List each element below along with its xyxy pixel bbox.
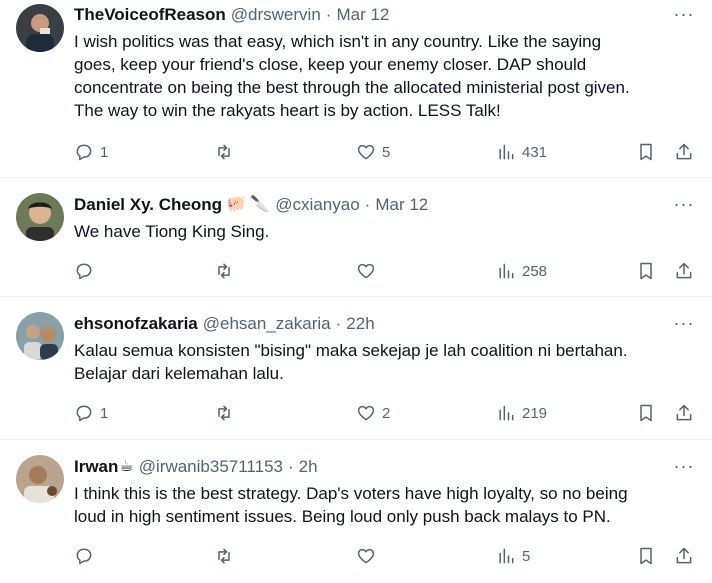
views-icon <box>499 144 514 160</box>
separator-dot: · <box>287 457 294 476</box>
bookmark-icon <box>640 547 652 565</box>
retweet-icon <box>218 144 230 160</box>
avatar[interactable] <box>16 4 64 52</box>
like-button[interactable] <box>356 545 382 567</box>
like-count: 2 <box>382 404 391 422</box>
retweet-icon <box>218 405 230 421</box>
avatar[interactable] <box>16 312 64 360</box>
tweet-actions: 1 5 431 <box>74 141 700 163</box>
author-name[interactable]: Irwan <box>74 456 118 478</box>
author-name[interactable]: ehsonofzakaria <box>74 313 198 335</box>
views-count: 219 <box>522 404 548 422</box>
timestamp[interactable]: Mar 12 <box>375 194 428 216</box>
like-icon <box>357 263 375 279</box>
views-button[interactable]: 258 <box>496 260 547 282</box>
author-handle[interactable]: @irwanib35711153 <box>139 456 283 478</box>
author-handle[interactable]: @ehsan_zakaria <box>203 313 331 335</box>
timestamp[interactable]: 2h <box>299 456 318 478</box>
tweet-3[interactable]: Irwan ☕ @irwanib35711153 · 2h ··· I thin… <box>0 440 712 583</box>
name-emoji: 🐖 🔪 <box>226 196 271 213</box>
views-button[interactable]: 431 <box>496 141 547 163</box>
reply-button[interactable] <box>74 260 100 282</box>
like-button[interactable]: 2 <box>356 402 390 424</box>
share-button[interactable] <box>674 545 694 567</box>
views-count: 431 <box>522 143 548 161</box>
timestamp[interactable]: 22h <box>346 313 374 335</box>
reply-count: 1 <box>100 143 109 161</box>
tweet-text: Kalau semua konsisten "bising" maka seke… <box>74 341 628 383</box>
views-icon <box>499 548 514 564</box>
views-count: 5 <box>522 547 531 565</box>
tweet-header: TheVoiceofReason @drswervin · Mar 12 <box>74 4 389 26</box>
share-icon <box>676 547 692 564</box>
bookmark-icon <box>640 404 652 422</box>
tweet-text: I think this is the best strategy. Dap's… <box>74 484 628 526</box>
tweet-1[interactable]: Daniel Xy. Cheong 🐖 🔪 @cxianyao · Mar 12… <box>0 178 712 297</box>
reply-button[interactable] <box>74 545 100 567</box>
separator-dot: · <box>335 314 342 333</box>
reply-icon <box>76 548 92 565</box>
more-icon[interactable]: ··· <box>674 4 694 24</box>
more-icon[interactable]: ··· <box>674 313 694 333</box>
tweet-text: We have Tiong King Sing. <box>74 222 270 241</box>
author-name[interactable]: TheVoiceofReason <box>74 4 226 26</box>
like-button[interactable] <box>356 260 382 282</box>
tweet-header: Irwan ☕ @irwanib35711153 · 2h <box>74 456 318 478</box>
share-icon <box>676 404 692 421</box>
share-icon <box>676 143 692 160</box>
share-button[interactable] <box>674 141 694 163</box>
timestamp[interactable]: Mar 12 <box>336 4 389 26</box>
bookmark-icon <box>640 262 652 280</box>
reply-icon <box>76 405 92 422</box>
reply-button[interactable]: 1 <box>74 141 108 163</box>
like-icon <box>357 548 375 564</box>
tweet-header: Daniel Xy. Cheong 🐖 🔪 @cxianyao · Mar 12 <box>74 194 428 216</box>
reply-icon <box>76 144 92 161</box>
tweet-text: I wish politics was that easy, which isn… <box>74 32 630 120</box>
avatar[interactable] <box>16 193 64 241</box>
author-name[interactable]: Daniel Xy. Cheong <box>74 194 222 216</box>
share-button[interactable] <box>674 402 694 424</box>
like-icon <box>357 405 375 421</box>
tweet-0[interactable]: TheVoiceofReason @drswervin · Mar 12 ···… <box>0 0 712 178</box>
bookmark-icon <box>640 143 652 161</box>
separator-dot: · <box>325 5 332 24</box>
name-emoji: ☕ <box>119 458 134 475</box>
tweet-2[interactable]: ehsonofzakaria @ehsan_zakaria · 22h ··· … <box>0 297 712 440</box>
more-icon[interactable]: ··· <box>674 194 694 214</box>
views-icon <box>499 405 514 421</box>
views-button[interactable]: 5 <box>496 545 530 567</box>
separator-dot: · <box>364 195 371 214</box>
retweet-icon <box>218 548 230 564</box>
avatar[interactable] <box>16 455 64 503</box>
retweet-button[interactable] <box>214 402 240 424</box>
tweet-actions: 5 <box>74 545 700 567</box>
share-button[interactable] <box>674 260 694 282</box>
author-handle[interactable]: @cxianyao <box>275 194 359 216</box>
retweet-icon <box>218 263 230 279</box>
more-icon[interactable]: ··· <box>674 456 694 476</box>
like-icon <box>357 144 375 160</box>
author-handle[interactable]: @drswervin <box>231 4 321 26</box>
retweet-button[interactable] <box>214 260 240 282</box>
tweet-actions: 258 <box>74 260 700 282</box>
views-icon <box>499 263 514 279</box>
like-count: 5 <box>382 143 391 161</box>
tweet-header: ehsonofzakaria @ehsan_zakaria · 22h <box>74 313 375 335</box>
like-button[interactable]: 5 <box>356 141 390 163</box>
views-count: 258 <box>522 262 548 280</box>
bookmark-button[interactable] <box>636 141 656 163</box>
share-icon <box>676 262 692 279</box>
retweet-button[interactable] <box>214 141 240 163</box>
tweet-actions: 1 2 219 <box>74 402 700 424</box>
bookmark-button[interactable] <box>636 402 656 424</box>
reply-button[interactable]: 1 <box>74 402 108 424</box>
bookmark-button[interactable] <box>636 260 656 282</box>
views-button[interactable]: 219 <box>496 402 547 424</box>
bookmark-button[interactable] <box>636 545 656 567</box>
retweet-button[interactable] <box>214 545 240 567</box>
reply-icon <box>76 263 92 280</box>
reply-count: 1 <box>100 404 109 422</box>
